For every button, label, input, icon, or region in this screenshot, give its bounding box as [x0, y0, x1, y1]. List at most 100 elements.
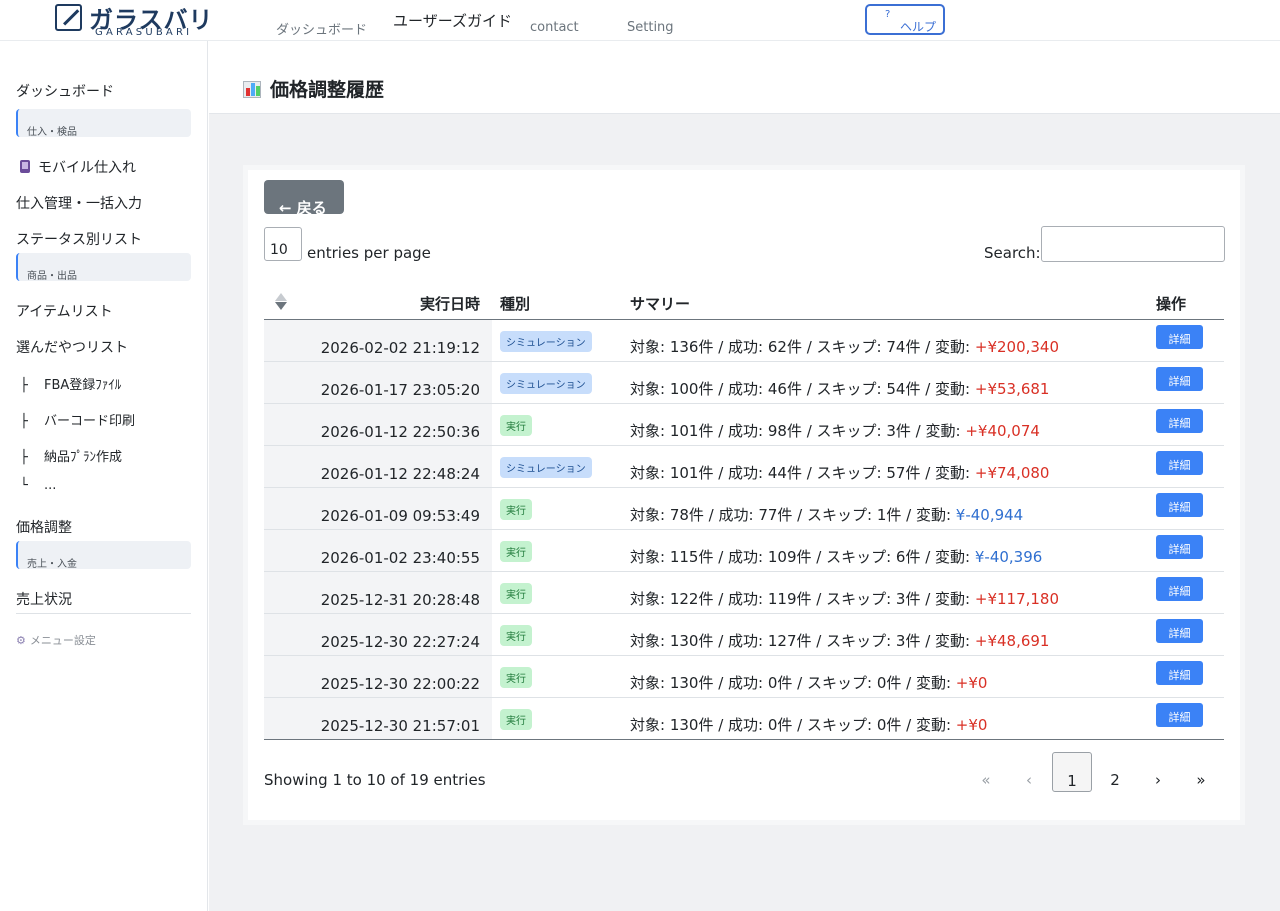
sidebar-menu-settings[interactable]: ⚙ メニュー設定 [16, 632, 96, 648]
summary-text: 対象: 130件 / 成功: 0件 / スキップ: 0件 / 変動: [630, 715, 956, 734]
summary-text: 対象: 122件 / 成功: 119件 / スキップ: 3件 / 変動: [630, 589, 975, 608]
table-row: 2025-12-30 21:57:01 実行 対象: 130件 / 成功: 0件 /… [264, 697, 1224, 740]
entries-per-page-value: 10 [270, 242, 288, 258]
sidebar-section-label: 商品・出品 [27, 271, 77, 282]
type-badge: シミュレーション [500, 330, 592, 352]
pagination-next[interactable]: › [1138, 752, 1178, 792]
history-card: ← 戻る 10 entries per page Search: 実行日時 種別… [248, 170, 1240, 820]
type-badge: シミュレーション [500, 456, 592, 478]
topnav-dashboard[interactable]: ダッシュボード [276, 19, 367, 38]
sidebar-subitem-barcode[interactable]: ├ バーコード印刷 [20, 410, 135, 429]
change-amount: +¥200,340 [974, 337, 1060, 356]
sidebar-subitem-plan[interactable]: ├ 納品ﾌﾟﾗﾝ作成 [20, 446, 122, 465]
sidebar-item-label: ... [44, 478, 57, 493]
summary-text: 対象: 136件 / 成功: 62件 / スキップ: 74件 / 変動: [630, 337, 975, 356]
sidebar-subitem-more[interactable]: └... [20, 478, 56, 493]
brand-sub: GARASUBARI [95, 27, 193, 38]
cell-type: 実行 [492, 697, 630, 740]
brand-logo[interactable]: ガラスバリ GARASUBARI [55, 2, 213, 38]
cell-ops: 詳細 [1156, 403, 1224, 446]
sidebar-subitem-fba[interactable]: ├ FBA登録ﾌｧｲﾙ [20, 374, 121, 393]
cell-type: シミュレーション [492, 361, 630, 404]
cell-ops: 詳細 [1156, 319, 1224, 362]
cell-summary: 対象: 122件 / 成功: 119件 / スキップ: 3件 / 変動: +¥1… [630, 571, 1156, 614]
detail-button[interactable]: 詳細 [1156, 366, 1203, 391]
column-header-summary[interactable]: サマリー [630, 289, 1156, 320]
sidebar-item-price-adjust[interactable]: 価格調整 [16, 517, 72, 537]
sidebar-item-label: メニュー設定 [29, 634, 96, 647]
sort-icon[interactable] [274, 293, 288, 313]
search-input[interactable] [1041, 226, 1225, 262]
summary-text: 対象: 100件 / 成功: 46件 / スキップ: 54件 / 変動: [630, 379, 975, 398]
search-label: Search: [984, 244, 1041, 262]
table-header-row: 実行日時 種別 サマリー 操作 [264, 289, 1224, 320]
mobile-phone-icon [20, 160, 30, 173]
sidebar-item-label: モバイル仕入れ [38, 160, 136, 176]
column-header-ops: 操作 [1156, 289, 1224, 320]
sidebar-item-sales-status[interactable]: 売上状況 [16, 589, 72, 609]
detail-button[interactable]: 詳細 [1156, 534, 1203, 559]
cell-date: 2025-12-31 20:28:48 [292, 571, 492, 614]
change-amount: ¥-40,944 [955, 505, 1024, 524]
tree-branch-icon: ├ [20, 414, 28, 429]
sidebar-item-item-list[interactable]: アイテムリスト [16, 301, 113, 321]
topnav-users-guide[interactable]: ユーザーズガイド [393, 10, 512, 31]
sidebar-item-picked-list[interactable]: 選んだやつリスト [16, 337, 128, 357]
detail-button[interactable]: 詳細 [1156, 408, 1203, 433]
sidebar-item-dashboard[interactable]: ダッシュボード [16, 81, 114, 101]
help-button[interactable]: ? ヘルプ [865, 4, 945, 35]
sidebar-item-purchase-mgmt[interactable]: 仕入管理・一括入力 [16, 193, 142, 213]
topnav-setting[interactable]: Setting [627, 20, 674, 35]
pagination-first[interactable]: « [966, 752, 1006, 792]
sidebar-item-label: バーコード印刷 [44, 414, 136, 429]
cell-ops: 詳細 [1156, 613, 1224, 656]
sidebar-section-sales: 売上・入金 [16, 541, 191, 570]
detail-button[interactable]: 詳細 [1156, 324, 1203, 349]
back-button[interactable]: ← 戻る [264, 180, 344, 217]
summary-text: 対象: 130件 / 成功: 0件 / スキップ: 0件 / 変動: [630, 673, 956, 692]
gear-icon: ⚙ [16, 634, 26, 647]
topnav-contact[interactable]: contact [530, 20, 579, 35]
row-sort-cell [264, 403, 292, 446]
summary-text: 対象: 78件 / 成功: 77件 / スキップ: 1件 / 変動: [630, 505, 956, 524]
detail-button[interactable]: 詳細 [1156, 618, 1203, 643]
help-label: ヘルプ [900, 20, 937, 34]
pagination-last[interactable]: » [1181, 752, 1221, 792]
sort-column-header[interactable] [264, 289, 292, 320]
type-badge: 実行 [500, 624, 532, 646]
pagination-prev[interactable]: ‹ [1009, 752, 1049, 792]
sidebar-item-status-list[interactable]: ステータス別リスト [16, 229, 142, 249]
type-badge: シミュレーション [500, 372, 592, 394]
cell-date: 2026-01-17 23:05:20 [292, 361, 492, 404]
cell-summary: 対象: 101件 / 成功: 44件 / スキップ: 57件 / 変動: +¥7… [630, 445, 1156, 488]
cell-date: 2026-01-09 09:53:49 [292, 487, 492, 530]
cell-type: 実行 [492, 655, 630, 698]
entries-per-page-select[interactable]: 10 [264, 227, 302, 261]
detail-button[interactable]: 詳細 [1156, 450, 1203, 475]
table-row: 2025-12-30 22:00:22 実行 対象: 130件 / 成功: 0件 /… [264, 655, 1224, 698]
column-header-type[interactable]: 種別 [492, 289, 630, 320]
row-sort-cell [264, 613, 292, 656]
top-navbar: ガラスバリ GARASUBARI ダッシュボード ユーザーズガイド contac… [0, 0, 1280, 41]
change-amount: +¥0 [955, 715, 988, 734]
detail-button[interactable]: 詳細 [1156, 660, 1203, 685]
cell-summary: 対象: 130件 / 成功: 0件 / スキップ: 0件 / 変動: +¥0 [630, 697, 1156, 740]
detail-button[interactable]: 詳細 [1156, 576, 1203, 601]
type-badge: 実行 [500, 540, 532, 562]
detail-button[interactable]: 詳細 [1156, 702, 1203, 727]
summary-text: 対象: 130件 / 成功: 127件 / スキップ: 3件 / 変動: [630, 631, 975, 650]
cell-summary: 対象: 101件 / 成功: 98件 / スキップ: 3件 / 変動: +¥40… [630, 403, 1156, 446]
detail-button[interactable]: 詳細 [1156, 492, 1203, 517]
row-sort-cell [264, 445, 292, 488]
page-title-text: 価格調整履歴 [270, 79, 385, 101]
cell-ops: 詳細 [1156, 571, 1224, 614]
cell-date: 2026-01-12 22:48:24 [292, 445, 492, 488]
sidebar-item-mobile[interactable]: モバイル仕入れ [20, 157, 136, 177]
pagination-page-1[interactable]: 1 [1052, 752, 1092, 792]
cell-type: シミュレーション [492, 319, 630, 362]
column-header-date[interactable]: 実行日時 [292, 289, 492, 320]
row-sort-cell [264, 361, 292, 404]
cell-date: 2025-12-30 21:57:01 [292, 697, 492, 740]
pagination-page-2[interactable]: 2 [1095, 752, 1135, 792]
change-amount: ¥-40,396 [974, 547, 1043, 566]
